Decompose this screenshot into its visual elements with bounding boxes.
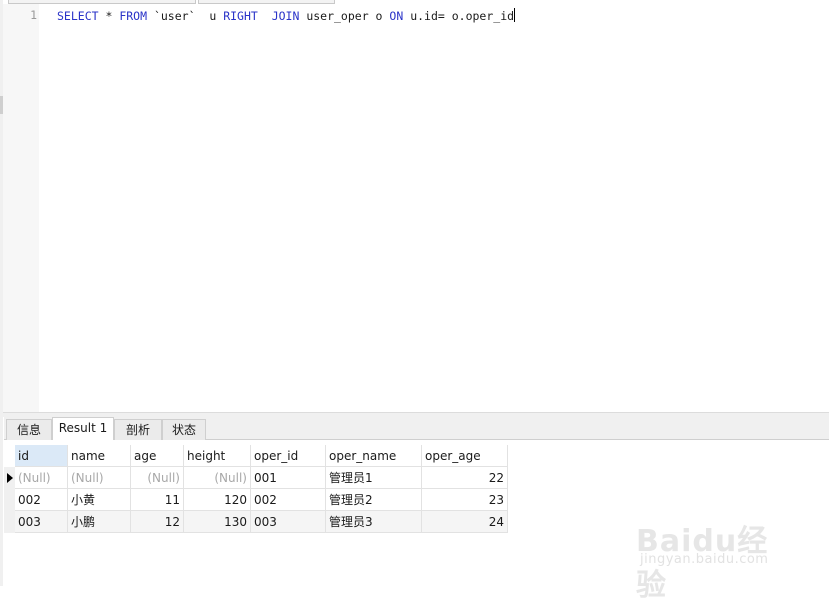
row-indicator[interactable] (4, 511, 15, 533)
table-cell[interactable]: 管理员1 (326, 467, 422, 489)
table-cell[interactable]: 120 (184, 489, 251, 511)
table-cell[interactable]: 11 (131, 489, 184, 511)
sql-query-line[interactable]: SELECT * FROM `user` u RIGHT JOIN user_o… (57, 8, 516, 23)
table-cell[interactable]: 24 (422, 511, 508, 533)
keyword-from: FROM (119, 9, 148, 23)
sql-editor[interactable]: 1 SELECT * FROM `user` u RIGHT JOIN user… (3, 4, 829, 412)
table-cell[interactable]: 小黄 (68, 489, 131, 511)
code-text: user_oper o (299, 9, 390, 23)
table-cell[interactable]: 002 (15, 489, 68, 511)
table-cell[interactable]: 001 (251, 467, 326, 489)
keyword-join: JOIN (271, 9, 300, 23)
table-cell[interactable]: 管理员3 (326, 511, 422, 533)
watermark-url: jingyan.baidu.com (640, 552, 769, 567)
keyword-select: SELECT (57, 9, 99, 23)
code-text: u.id= o.oper_id (403, 9, 515, 23)
table-cell[interactable]: 管理员2 (326, 489, 422, 511)
table-cell[interactable]: 23 (422, 489, 508, 511)
column-header-id[interactable]: id (15, 445, 68, 467)
header-corner (4, 441, 15, 463)
table-cell[interactable]: (Null) (131, 467, 184, 489)
row-indicator[interactable] (4, 467, 15, 489)
row-indicator[interactable] (4, 489, 15, 511)
code-text: `user` u (147, 9, 224, 23)
line-gutter: 1 (3, 4, 39, 412)
table-cell[interactable]: 002 (251, 489, 326, 511)
table-cell[interactable]: (Null) (184, 467, 251, 489)
tab-result-1[interactable]: Result 1 (52, 417, 114, 440)
baidu-jingyan-watermark: Baidu经验 jingyan.baidu.com (636, 516, 796, 603)
column-header-height[interactable]: height (184, 445, 251, 467)
table-cell[interactable]: 003 (15, 511, 68, 533)
keyword-right: RIGHT (223, 9, 258, 23)
tab-profile[interactable]: 剖析 (114, 419, 162, 440)
tab-info[interactable]: 信息 (6, 419, 52, 440)
table-cell[interactable]: (Null) (68, 467, 131, 489)
table-cell[interactable]: 130 (184, 511, 251, 533)
text-caret (514, 8, 516, 22)
tab-status[interactable]: 状态 (162, 419, 206, 440)
line-number: 1 (30, 8, 37, 22)
column-header-age[interactable]: age (131, 445, 184, 467)
code-text: * (98, 9, 120, 23)
table-cell[interactable]: (Null) (15, 467, 68, 489)
column-header-oper-age[interactable]: oper_age (422, 445, 508, 467)
table-cell[interactable]: 003 (251, 511, 326, 533)
current-row-arrow-icon (7, 473, 13, 483)
column-header-oper-id[interactable]: oper_id (251, 445, 326, 467)
column-header-name[interactable]: name (68, 445, 131, 467)
table-cell[interactable]: 小鹏 (68, 511, 131, 533)
column-header-oper-name[interactable]: oper_name (326, 445, 422, 467)
table-cell[interactable]: 12 (131, 511, 184, 533)
table-cell[interactable]: 22 (422, 467, 508, 489)
keyword-on: ON (389, 9, 404, 23)
result-tabs: 信息 Result 1 剖析 状态 (4, 417, 829, 440)
